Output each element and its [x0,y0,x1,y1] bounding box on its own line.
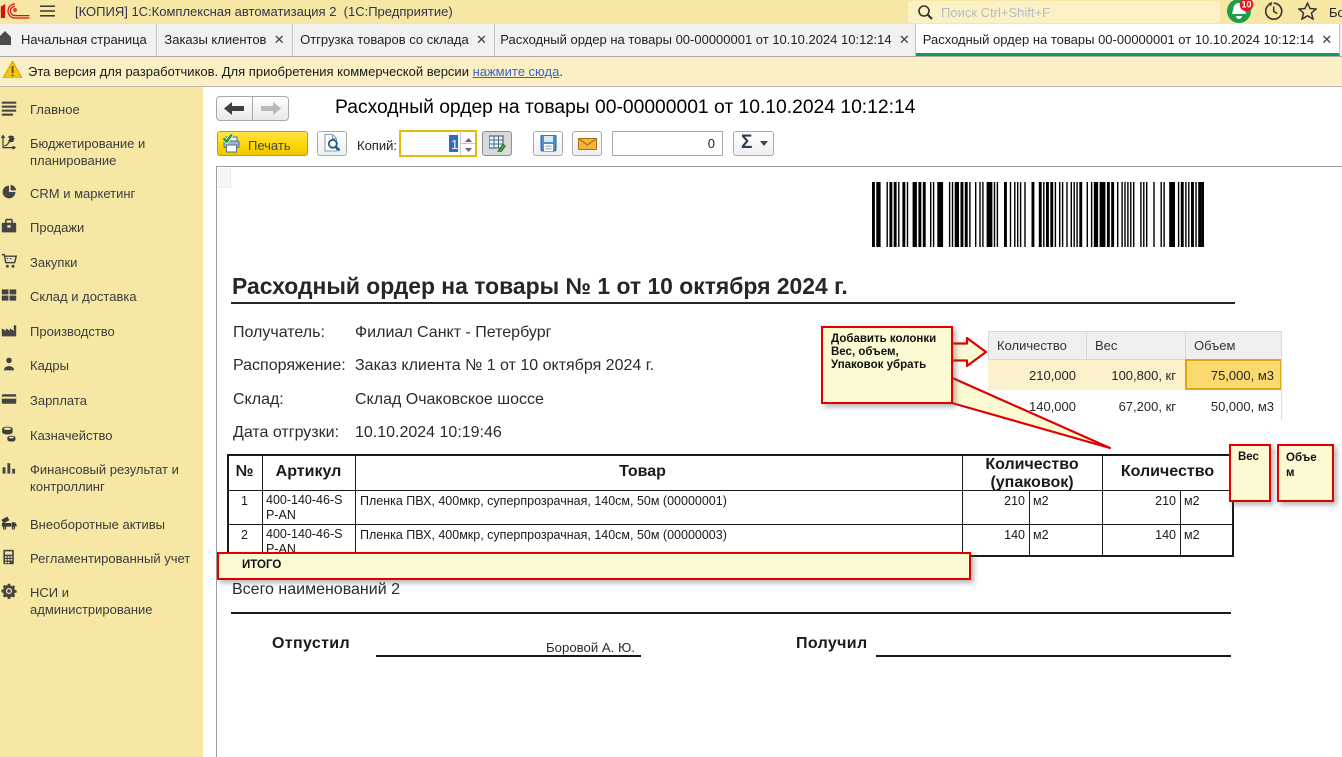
svg-text:10: 10 [1241,0,1251,10]
